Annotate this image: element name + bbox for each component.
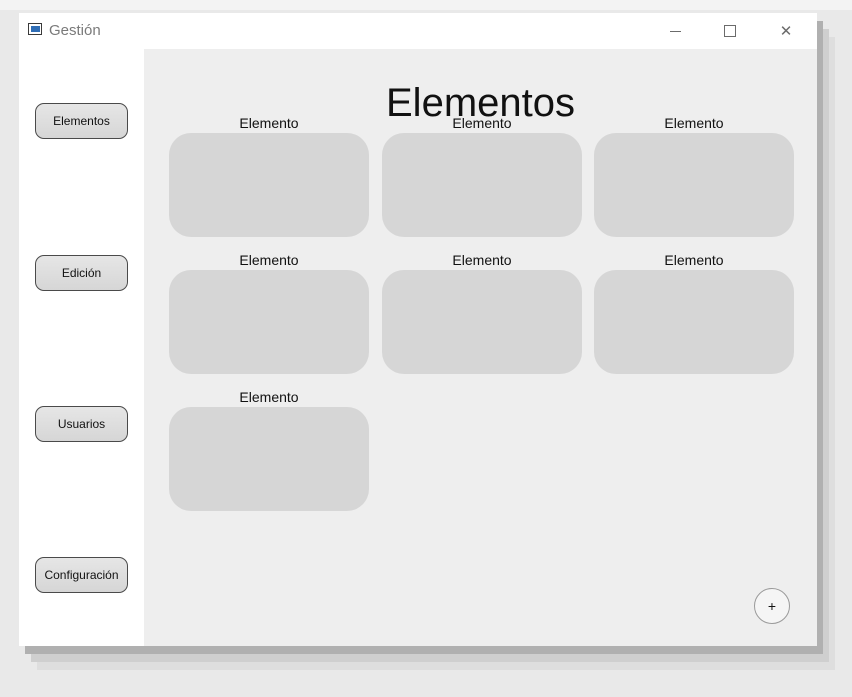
card-label: Elemento [239, 389, 299, 405]
card-label: Elemento [239, 115, 299, 131]
title-bar[interactable]: Gestión ✕ [19, 13, 817, 49]
add-element-button[interactable]: + [754, 588, 790, 624]
app-icon [28, 23, 42, 35]
sidebar-item-edicion[interactable]: Edición [35, 255, 128, 291]
close-icon: ✕ [779, 22, 793, 40]
close-button[interactable]: ✕ [763, 13, 809, 49]
card-label: Elemento [452, 115, 512, 131]
minimize-button[interactable] [652, 13, 698, 49]
window-title: Gestión [49, 22, 101, 39]
desktop-background [0, 0, 852, 10]
sidebar-item-usuarios[interactable]: Usuarios [35, 406, 128, 442]
sidebar: Elementos Edición Usuarios Configuración [19, 49, 144, 646]
element-card[interactable] [169, 133, 369, 237]
maximize-button[interactable] [707, 13, 753, 49]
maximize-icon [724, 25, 736, 37]
card-label: Elemento [452, 252, 512, 268]
sidebar-item-elementos[interactable]: Elementos [35, 103, 128, 139]
content-area: Elementos Elemento Elemento Elemento Ele… [144, 49, 817, 646]
element-card[interactable] [594, 133, 794, 237]
minimize-icon [669, 30, 681, 32]
element-card[interactable] [382, 270, 582, 374]
element-card[interactable] [594, 270, 794, 374]
sidebar-item-configuracion[interactable]: Configuración [35, 557, 128, 593]
card-label: Elemento [664, 115, 724, 131]
element-card[interactable] [382, 133, 582, 237]
element-card[interactable] [169, 270, 369, 374]
card-label: Elemento [664, 252, 724, 268]
card-label: Elemento [239, 252, 299, 268]
element-card[interactable] [169, 407, 369, 511]
app-window: Gestión ✕ Elementos Edición Usuarios Con… [19, 13, 817, 646]
